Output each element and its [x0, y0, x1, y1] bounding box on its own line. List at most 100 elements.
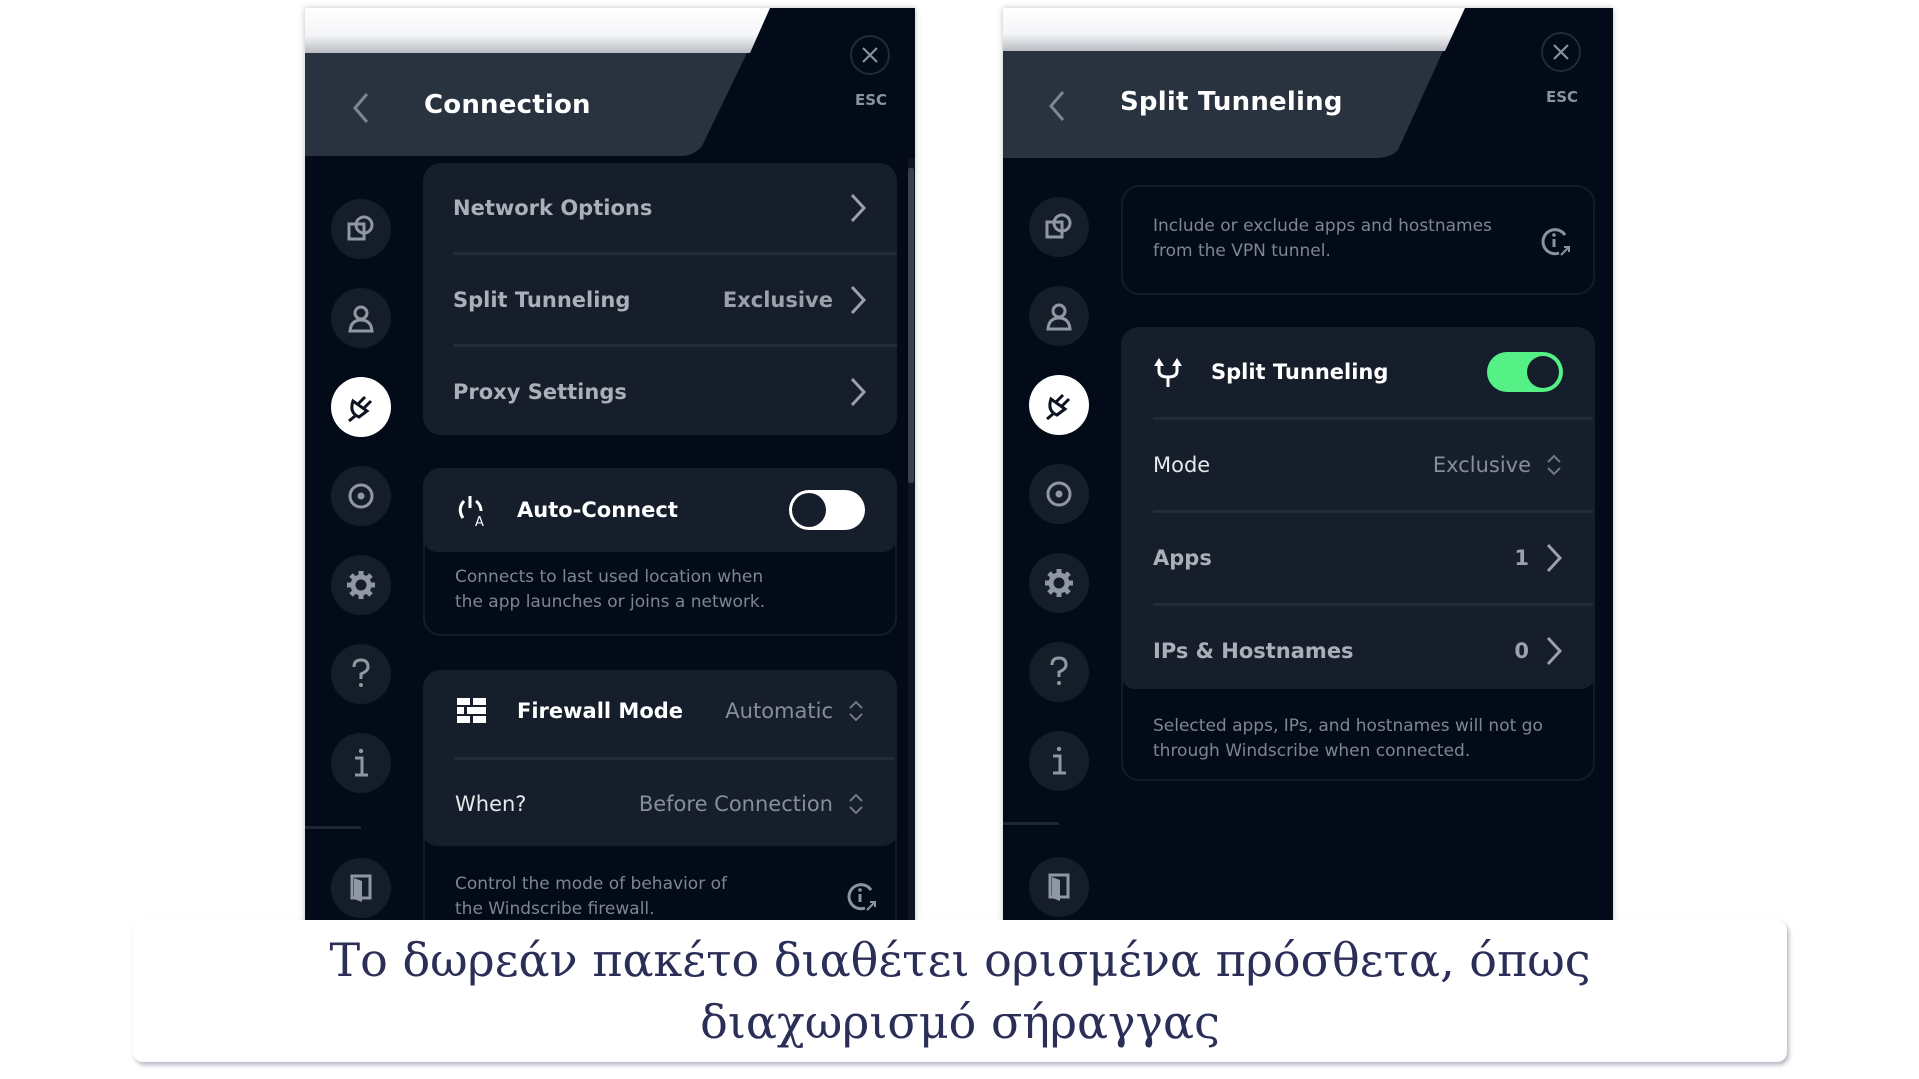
auto-connect-toggle[interactable]	[789, 490, 865, 530]
connection-plug-icon	[1046, 393, 1071, 421]
proxy-settings-label: Proxy Settings	[453, 380, 627, 404]
connection-window-icon	[347, 215, 374, 241]
split-tunneling-toggle-row: Split Tunneling	[1123, 327, 1593, 417]
chevron-right-icon	[850, 193, 867, 223]
toggle-knob	[1527, 356, 1559, 388]
auto-connect-label: Auto-Connect	[517, 498, 678, 522]
firewall-mode-row[interactable]: Firewall Mode Automatic	[425, 666, 895, 756]
chevron-right-icon	[850, 285, 867, 315]
firewall-description: Control the mode of behavior of the Wind…	[455, 874, 727, 919]
close-button[interactable]	[1541, 32, 1581, 72]
network-options-row[interactable]: Network Options	[423, 163, 897, 253]
split-arrows-icon	[1153, 355, 1183, 389]
sidebar-item-preferences[interactable]	[331, 555, 391, 615]
sidebar-separator	[305, 826, 361, 829]
close-button[interactable]	[850, 35, 890, 75]
sidebar-item-connection[interactable]	[331, 377, 391, 437]
connection-plug-icon	[348, 395, 373, 423]
help-icon	[1050, 656, 1068, 685]
split-tunneling-panel: Split Tunneling ESC Include or exclude a…	[1003, 8, 1613, 925]
split-tunneling-row[interactable]: Split Tunneling Exclusive	[423, 255, 897, 345]
robert-icon	[1046, 481, 1072, 507]
updown-chevron-icon	[849, 793, 863, 815]
mode-label: Mode	[1153, 453, 1211, 477]
caption-text: Το δωρεάν πακέτο διαθέτει ορισμένα πρόσθ…	[329, 933, 1591, 1049]
sidebar-item-connection[interactable]	[1029, 375, 1089, 435]
sidebar-item-connection-window[interactable]	[331, 199, 391, 259]
sidebar	[1003, 8, 1115, 925]
close-icon	[1553, 44, 1569, 60]
sidebar-separator	[1003, 822, 1059, 825]
apps-count: 1	[1514, 546, 1529, 570]
sidebar-item-about[interactable]	[331, 733, 391, 793]
page-title: Split Tunneling	[1120, 87, 1343, 117]
split-tunneling-value: Exclusive	[722, 288, 833, 312]
info-icon	[355, 748, 368, 777]
help-icon	[352, 658, 370, 687]
split-tunneling-info-button[interactable]	[1539, 225, 1573, 263]
sidebar-item-help[interactable]	[331, 644, 391, 704]
network-options-label: Network Options	[453, 196, 653, 220]
chevron-right-icon	[1546, 636, 1563, 666]
sidebar-item-preferences[interactable]	[1029, 553, 1089, 613]
split-tunneling-toggle[interactable]	[1487, 352, 1563, 392]
apps-label: Apps	[1153, 546, 1212, 570]
esc-label: ESC	[1545, 88, 1579, 106]
sidebar-item-quit[interactable]	[1029, 857, 1089, 917]
split-tunneling-info-card: Include or exclude apps and hostnames fr…	[1121, 185, 1595, 295]
auto-connect-row: A Auto-Connect	[425, 465, 895, 555]
split-tunneling-settings-card: Split Tunneling Mode Exclusive Apps 1 IP…	[1121, 327, 1595, 781]
chevron-right-icon	[1546, 543, 1563, 573]
caption-box: Το δωρεάν πακέτο διαθέτει ορισμένα πρόσθ…	[133, 920, 1787, 1062]
firewall-info-button[interactable]	[845, 880, 879, 918]
updown-chevron-icon	[1547, 454, 1561, 476]
sidebar-item-help[interactable]	[1029, 642, 1089, 702]
svg-text:A: A	[475, 515, 484, 527]
proxy-settings-row[interactable]: Proxy Settings	[423, 347, 897, 437]
sidebar-item-account[interactable]	[1029, 286, 1089, 346]
firewall-when-label: When?	[455, 792, 527, 816]
firewall-brick-icon	[455, 696, 489, 726]
auto-connect-card: A Auto-Connect Connects to last used loc…	[423, 468, 897, 636]
page-title: Connection	[424, 90, 591, 120]
firewall-mode-value: Automatic	[725, 699, 833, 723]
exit-door-icon	[350, 874, 372, 902]
account-icon	[1046, 303, 1072, 331]
chevron-right-icon	[850, 377, 867, 407]
auto-connect-description: Connects to last used location when the …	[455, 567, 766, 612]
sidebar-item-quit[interactable]	[331, 858, 391, 918]
exit-door-icon	[1048, 873, 1070, 901]
connection-settings-panel: Connection ESC Network Options Split Tun…	[305, 8, 915, 925]
gear-icon	[1045, 569, 1073, 597]
updown-chevron-icon	[849, 700, 863, 722]
split-tunneling-description: Selected apps, IPs, and hostnames will n…	[1153, 716, 1543, 761]
split-tunneling-label: Split Tunneling	[453, 288, 631, 312]
mode-row[interactable]: Mode Exclusive	[1123, 420, 1593, 510]
split-tunneling-toggle-label: Split Tunneling	[1211, 360, 1389, 384]
scrollbar-thumb[interactable]	[908, 168, 914, 483]
esc-label: ESC	[854, 91, 888, 109]
split-tunneling-info-text: Include or exclude apps and hostnames fr…	[1153, 216, 1492, 261]
mode-value: Exclusive	[1432, 453, 1531, 477]
robert-icon	[348, 483, 374, 509]
ips-hostnames-count: 0	[1514, 639, 1529, 663]
firewall-when-value: Before Connection	[638, 792, 833, 816]
sidebar-item-connection-window[interactable]	[1029, 197, 1089, 257]
auto-connect-icon: A	[455, 493, 489, 527]
sidebar	[305, 8, 417, 925]
sidebar-item-robert[interactable]	[1029, 464, 1089, 524]
sidebar-item-about[interactable]	[1029, 731, 1089, 791]
apps-row[interactable]: Apps 1	[1123, 513, 1593, 603]
sidebar-item-robert[interactable]	[331, 466, 391, 526]
ips-hostnames-label: IPs & Hostnames	[1153, 639, 1354, 663]
info-icon	[1053, 746, 1066, 775]
sidebar-item-account[interactable]	[331, 288, 391, 348]
close-icon	[862, 47, 878, 63]
toggle-knob	[792, 493, 826, 527]
info-external-icon	[1541, 228, 1570, 256]
ips-hostnames-row[interactable]: IPs & Hostnames 0	[1123, 606, 1593, 696]
firewall-when-row[interactable]: When? Before Connection	[425, 759, 895, 849]
firewall-card: Firewall Mode Automatic When? Before Con…	[423, 670, 897, 925]
account-icon	[348, 305, 374, 333]
connection-menu-card: Network Options Split Tunneling Exclusiv…	[423, 163, 897, 435]
